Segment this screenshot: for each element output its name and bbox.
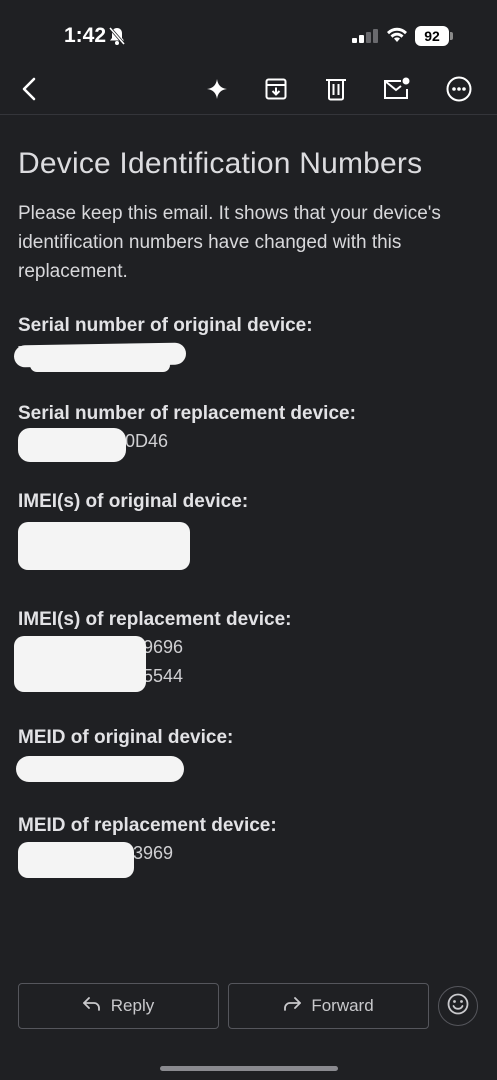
email-body: Device Identification Numbers Please kee… xyxy=(18,115,478,286)
signal-icon xyxy=(352,28,378,49)
forward-icon xyxy=(283,996,311,1016)
email-subject: Device Identification Numbers xyxy=(18,147,423,180)
field-meid-original: MEID of original device: xyxy=(18,727,233,749)
field-label: Serial number of original device: xyxy=(18,315,313,336)
redaction-mark xyxy=(30,358,170,372)
field-label: MEID of replacement device: xyxy=(18,815,277,836)
battery-tip xyxy=(450,32,453,40)
battery-level: 92 xyxy=(415,26,449,46)
field-label: IMEI(s) of replacement device: xyxy=(18,609,292,630)
archive-icon[interactable] xyxy=(261,74,291,104)
redaction-mark xyxy=(18,842,134,878)
email-intro: Please keep this email. It shows that yo… xyxy=(18,203,441,282)
redaction-mark xyxy=(14,636,146,692)
emoji-icon xyxy=(447,993,469,1020)
status-bar: 1:42 92 xyxy=(0,0,497,70)
sparkle-icon[interactable] xyxy=(202,74,232,104)
forward-label: Forward xyxy=(311,996,374,1015)
email-toolbar xyxy=(0,64,497,115)
status-time: 1:42 xyxy=(64,24,107,47)
redaction-mark xyxy=(18,428,126,462)
emoji-reaction-button[interactable] xyxy=(438,986,478,1026)
reply-button[interactable]: Reply xyxy=(18,983,219,1029)
more-icon[interactable] xyxy=(444,74,474,104)
wifi-icon xyxy=(386,26,408,49)
forward-button[interactable]: Forward xyxy=(228,983,429,1029)
reply-label: Reply xyxy=(110,996,155,1015)
field-imei-original: IMEI(s) of original device: xyxy=(18,491,248,513)
trash-icon[interactable] xyxy=(321,74,351,104)
reply-icon xyxy=(82,996,111,1016)
home-indicator[interactable] xyxy=(160,1066,338,1071)
email-actions: Reply Forward xyxy=(18,983,480,1033)
field-label: MEID of original device: xyxy=(18,727,234,748)
mark-unread-icon[interactable] xyxy=(382,74,412,104)
bell-slash-icon xyxy=(108,26,126,51)
redaction-mark xyxy=(16,756,184,782)
field-label: Serial number of replacement device: xyxy=(18,403,356,424)
redaction-mark xyxy=(18,522,190,570)
field-label: IMEI(s) of original device: xyxy=(18,491,249,512)
back-icon[interactable] xyxy=(14,74,44,104)
